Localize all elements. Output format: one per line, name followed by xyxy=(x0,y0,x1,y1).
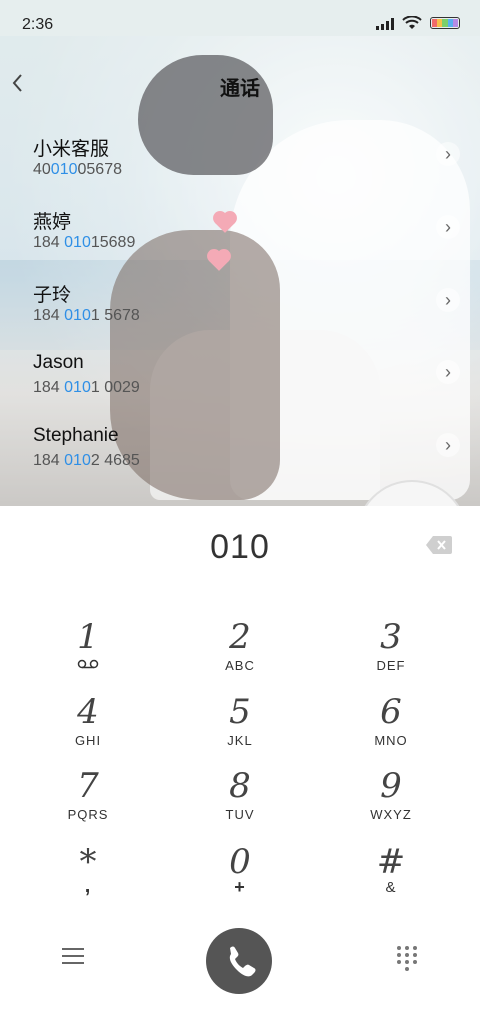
key-5[interactable]: 5 JKL xyxy=(180,693,300,761)
contact-name: 燕婷 xyxy=(33,212,72,233)
status-time: 2:36 xyxy=(22,16,54,33)
contact-item[interactable]: 子玲 184 0101 5678 › xyxy=(0,280,480,352)
contact-number: 4001005678 xyxy=(33,161,122,178)
contact-item[interactable]: Jason 184 0101 0029 › xyxy=(0,352,480,424)
contact-name: Stephanie xyxy=(33,425,119,446)
voicemail-icon xyxy=(77,659,99,669)
key-3[interactable]: 3 DEF xyxy=(331,618,451,686)
key-6[interactable]: 6 MNO xyxy=(331,693,451,761)
key-7[interactable]: 7 PQRS xyxy=(28,767,148,835)
key-2[interactable]: 2 ABC xyxy=(180,618,300,686)
key-star[interactable]: * , xyxy=(28,843,148,911)
contact-number: 184 0101 0029 xyxy=(33,379,140,396)
contact-number: 184 0102 4685 xyxy=(33,452,140,469)
dial-input[interactable]: 010 xyxy=(0,528,480,567)
chevron-right-icon[interactable]: › xyxy=(436,288,460,312)
call-button[interactable] xyxy=(206,928,272,994)
contact-name: 子玲 xyxy=(33,285,72,306)
key-0[interactable]: 0 + xyxy=(180,843,300,911)
key-1[interactable]: 1 xyxy=(28,618,148,686)
contact-number: 184 01015689 xyxy=(33,234,136,251)
page-title: 通话 xyxy=(220,78,260,100)
wifi-icon xyxy=(402,16,422,29)
backspace-icon[interactable] xyxy=(426,536,452,554)
contact-name: Jason xyxy=(33,352,84,373)
contact-name: 小米客服 xyxy=(33,139,110,160)
chevron-right-icon[interactable]: › xyxy=(436,142,460,166)
dialer-panel: 010 1 2 ABC 3 DEF 4 GHI 5 JKL 6 MNO 7 PQ… xyxy=(0,506,480,1013)
status-bar: 2:36 xyxy=(0,0,480,36)
menu-button[interactable] xyxy=(62,948,84,966)
contact-number: 184 0101 5678 xyxy=(33,307,140,324)
chevron-right-icon[interactable]: › xyxy=(436,215,460,239)
signal-icon xyxy=(376,16,394,30)
contact-item[interactable]: 燕婷 184 01015689 › xyxy=(0,207,480,279)
phone-icon xyxy=(229,946,256,977)
key-4[interactable]: 4 GHI xyxy=(28,693,148,761)
key-8[interactable]: 8 TUV xyxy=(180,767,300,835)
key-hash[interactable]: # & xyxy=(331,843,451,911)
chevron-right-icon[interactable]: › xyxy=(436,433,460,457)
battery-icon xyxy=(430,17,460,29)
contact-item[interactable]: 小米客服 4001005678 › xyxy=(0,134,480,206)
dialpad-icon[interactable] xyxy=(395,946,419,971)
key-9[interactable]: 9 WXYZ xyxy=(331,767,451,835)
chevron-right-icon[interactable]: › xyxy=(436,360,460,384)
